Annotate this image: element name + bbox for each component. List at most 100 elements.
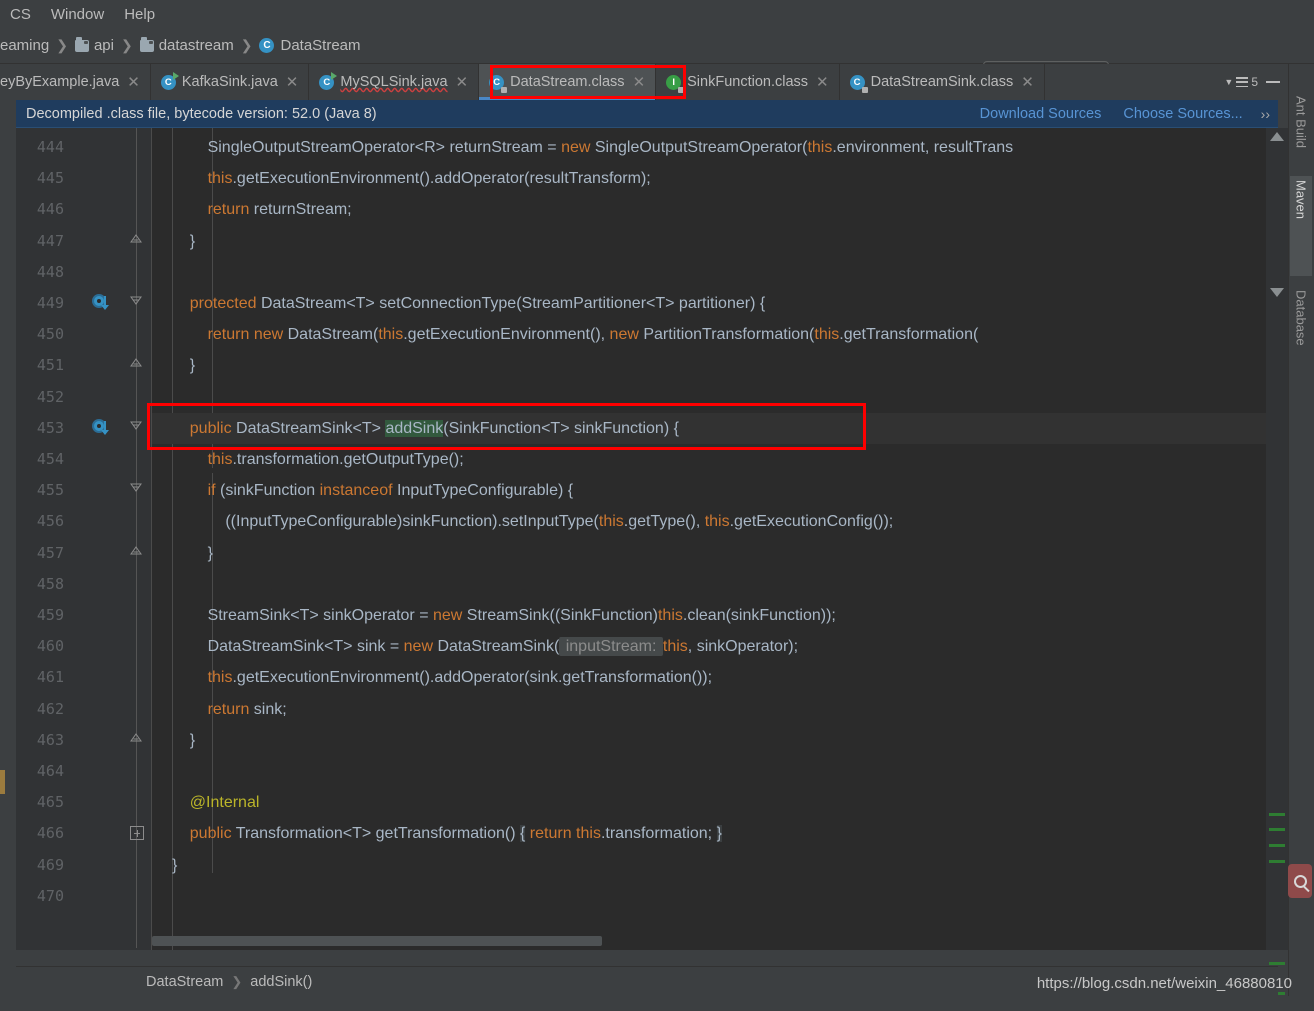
download-sources-link[interactable]: Download Sources (980, 106, 1102, 122)
code-line[interactable]: DataStreamSink<T> sink = new DataStreamS… (152, 631, 1278, 662)
code-token: sink; (249, 700, 287, 718)
code-line[interactable]: this.transformation.getOutputType(); (152, 444, 1278, 475)
code-line[interactable]: } (152, 538, 1278, 569)
code-editor[interactable]: 444 SingleOutputStreamOperator<R> return… (16, 128, 1278, 950)
search-icon (1293, 874, 1307, 888)
breadcrumb-item-module[interactable]: eaming (0, 37, 49, 54)
fold-collapse-icon[interactable] (130, 296, 144, 310)
code-line[interactable]: SingleOutputStreamOperator<R> returnStre… (152, 132, 1278, 163)
code-token: this (378, 326, 404, 344)
editor-tab-mysqlsink[interactable]: C MySQLSink.java ✕ (309, 64, 480, 100)
code-line[interactable]: protected DataStream<T> setConnectionTyp… (152, 288, 1278, 319)
scroll-up-arrow[interactable] (1270, 132, 1284, 141)
code-line[interactable] (152, 881, 1278, 912)
code-line[interactable]: if (sinkFunction instanceof InputTypeCon… (152, 475, 1278, 506)
fold-end-icon[interactable] (130, 358, 144, 372)
decompiled-notification-bar: Decompiled .class file, bytecode version… (16, 100, 1278, 128)
fold-end-icon[interactable] (130, 732, 144, 747)
tool-window-tab-database[interactable]: Database (1290, 286, 1312, 376)
editor-tab-sinkfunction-class[interactable]: I SinkFunction.class ✕ (656, 64, 840, 100)
close-icon[interactable]: ✕ (816, 73, 829, 91)
code-line[interactable]: ((InputTypeConfigurable)sinkFunction).se… (152, 506, 1278, 537)
overridden-method-icon[interactable] (92, 294, 110, 312)
breadcrumb-item-class[interactable]: C DataStream (259, 37, 361, 54)
code-token: if (207, 482, 216, 500)
tool-window-tab-ant-build[interactable]: Ant Build (1290, 92, 1312, 166)
line-number: 459 (36, 606, 64, 624)
editor-tab-datastreamsink-class[interactable]: C DataStreamSink.class ✕ (840, 64, 1045, 100)
overridden-method-icon[interactable] (92, 418, 110, 437)
close-icon[interactable]: ✕ (127, 73, 140, 91)
marker-gutter[interactable] (1266, 128, 1288, 995)
code-line[interactable]: return new DataStream(this.getExecutionE… (152, 319, 1278, 350)
editor-tab-kafkasink[interactable]: C KafkaSink.java ✕ (151, 64, 310, 100)
close-icon[interactable]: ✕ (633, 73, 646, 91)
code-token: public (189, 419, 232, 437)
code-line[interactable]: public DataStreamSink<T> addSink(SinkFun… (152, 412, 1278, 444)
editor-tab-datastream-class[interactable]: C DataStream.class ✕ (479, 64, 657, 100)
fold-end-icon[interactable] (130, 545, 144, 560)
horizontal-scrollbar[interactable] (152, 936, 602, 946)
line-number: 470 (36, 886, 64, 905)
code-token: returnStream; (249, 201, 352, 219)
code-line[interactable]: StreamSink<T> sinkOperator = new StreamS… (152, 600, 1278, 631)
close-icon[interactable]: ✕ (456, 73, 469, 91)
code-line[interactable]: } (152, 350, 1278, 381)
tab-bar-actions: ▼ 5 (1224, 64, 1288, 100)
line-number: 452 (36, 387, 64, 406)
code-token: this (207, 170, 233, 188)
code-line[interactable]: return sink; (152, 694, 1278, 725)
code-line[interactable]: this.getExecutionEnvironment().addOperat… (152, 163, 1278, 194)
editor-tab-keybyexample[interactable]: eyByExample.java ✕ (0, 64, 151, 100)
menu-item-cs[interactable]: CS (0, 3, 41, 26)
fold-end-icon[interactable] (130, 233, 144, 248)
tab-list-button[interactable]: ▼ 5 (1224, 75, 1258, 89)
menu-item-window[interactable]: Window (41, 3, 114, 26)
menu-item-label: CS (10, 5, 31, 23)
fold-expand-icon[interactable] (130, 826, 144, 841)
code-line[interactable]: return returnStream; (152, 194, 1278, 225)
line-number: 444 (36, 138, 64, 156)
java-class-runnable-icon: C (319, 71, 338, 90)
code-line[interactable] (152, 257, 1278, 288)
code-line[interactable]: public Transformation<T> getTransformati… (152, 818, 1278, 849)
breadcrumb-item-datastream[interactable]: datastream (139, 36, 234, 54)
search-floating-button[interactable] (1288, 864, 1312, 898)
fold-collapse-icon[interactable] (130, 421, 144, 435)
code-line[interactable] (152, 569, 1278, 600)
line-number: 458 (36, 574, 64, 593)
code-token: .getExecutionEnvironment().addOperator(r… (232, 170, 651, 188)
line-number: 448 (36, 262, 64, 281)
breadcrumb-separator: ❯ (120, 37, 133, 53)
code-token: protected (189, 295, 257, 312)
code-token: .clean(sinkFunction)); (682, 607, 836, 624)
tool-window-tab-maven[interactable]: Maven (1290, 176, 1312, 276)
breadcrumb-method[interactable]: addSink() (250, 974, 312, 990)
tool-window-label: Ant Build (1293, 96, 1309, 149)
close-icon[interactable]: ✕ (1021, 73, 1034, 91)
code-token: .getExecutionEnvironment(), (403, 326, 610, 344)
choose-sources-link[interactable]: Choose Sources... (1123, 106, 1242, 122)
code-line[interactable]: } (152, 725, 1278, 756)
scroll-down-arrow[interactable] (1270, 288, 1284, 297)
tab-label: DataStream.class (510, 74, 625, 90)
breadcrumb-class[interactable]: DataStream (146, 974, 223, 990)
code-line[interactable]: } (152, 226, 1278, 257)
code-line[interactable]: } (152, 850, 1278, 881)
close-icon[interactable]: ✕ (286, 73, 299, 91)
menu-item-help[interactable]: Help (114, 3, 165, 26)
code-line[interactable] (152, 382, 1278, 413)
code-token: } (172, 232, 196, 250)
code-line[interactable] (152, 756, 1278, 787)
notification-more-button[interactable]: ›› (1253, 106, 1278, 122)
code-token: .environment, resultTrans (832, 139, 1014, 156)
code-line[interactable]: this.getExecutionEnvironment().addOperat… (152, 662, 1278, 693)
fold-collapse-icon[interactable] (130, 483, 144, 497)
code-token: DataStream( (283, 326, 379, 344)
breadcrumb-item-api[interactable]: api (74, 36, 114, 54)
minimize-window-button[interactable] (1262, 81, 1284, 83)
code-line[interactable]: @Internal (152, 787, 1278, 818)
